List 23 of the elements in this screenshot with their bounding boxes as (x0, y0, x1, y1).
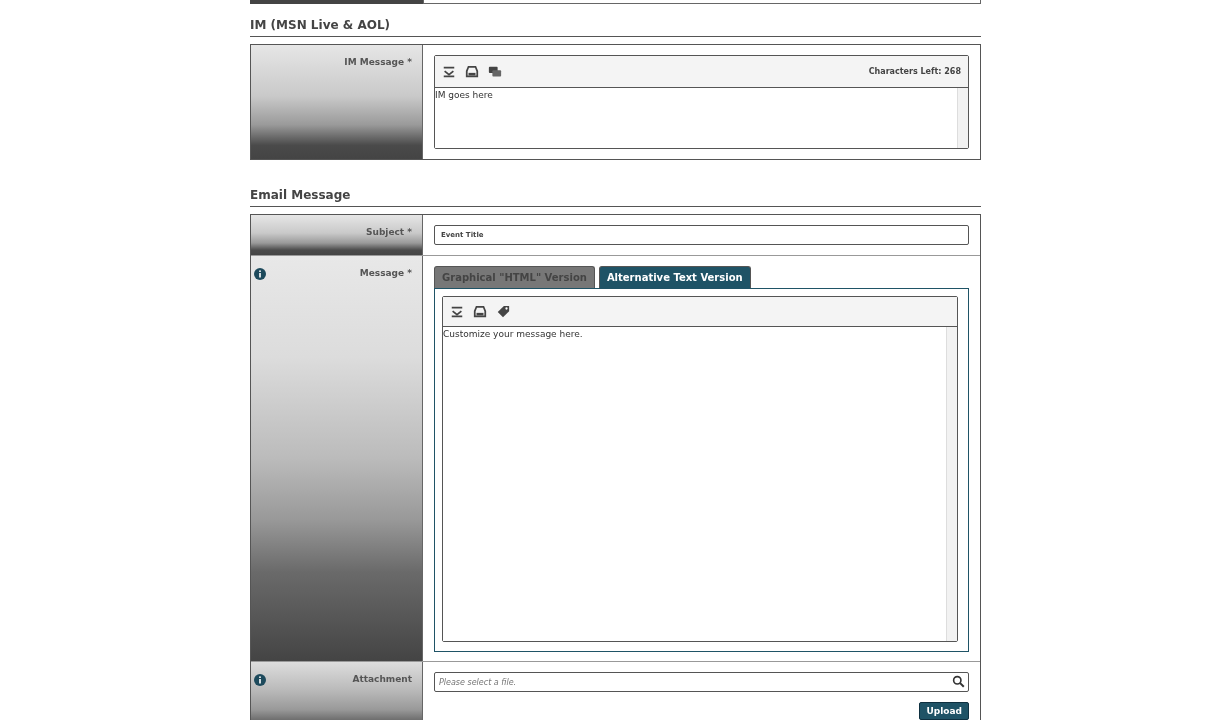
field-label: Attachment (352, 674, 412, 684)
tab[interactable]: Alternative Text Version (598, 266, 751, 288)
tag-icon[interactable] (496, 304, 510, 319)
scrollbar[interactable] (946, 327, 957, 641)
file-field[interactable]: Please select a file. (434, 672, 969, 692)
info-icon[interactable] (254, 268, 266, 280)
message-editor[interactable]: IM goes here (435, 88, 968, 148)
field-label: Subject * (366, 227, 412, 237)
chat-icon[interactable] (488, 64, 502, 79)
template-icon[interactable] (442, 64, 456, 79)
character-counter: Characters Left: 268 (868, 67, 961, 76)
template-icon[interactable] (450, 304, 464, 319)
info-icon[interactable] (254, 674, 266, 686)
section-heading: IM (MSN Live & AOL) (250, 4, 981, 37)
inbox-icon[interactable] (473, 304, 487, 319)
field-label: Message * (359, 268, 412, 278)
field-label: IM Message * (344, 57, 412, 67)
inbox-icon[interactable] (465, 64, 479, 79)
section-heading: Email Message (250, 174, 981, 207)
scrollbar[interactable] (957, 88, 968, 148)
search-icon[interactable] (952, 675, 965, 688)
upload-button[interactable]: Upload (919, 702, 969, 720)
message-editor[interactable]: Customize your message here. (443, 327, 957, 641)
